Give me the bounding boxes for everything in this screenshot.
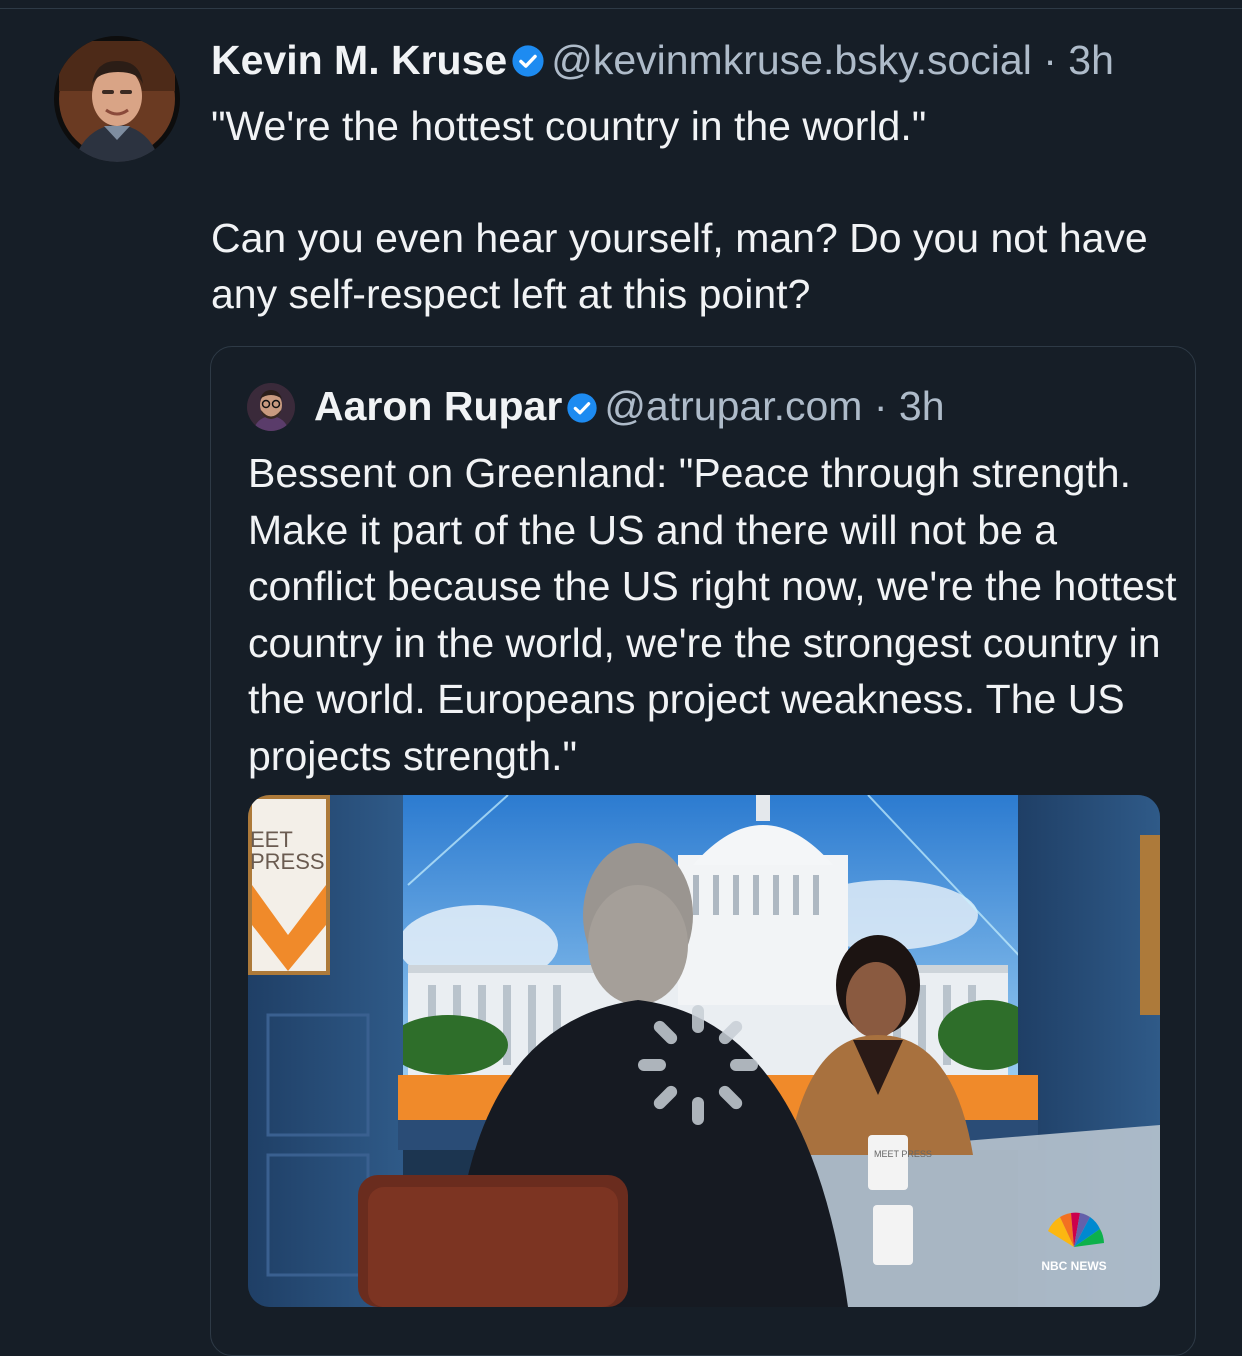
video-thumbnail[interactable]: EET PRESS MEET PRESS NBC NEWS bbox=[248, 795, 1160, 1307]
author-handle[interactable]: @kevinmkruse.bsky.social bbox=[551, 37, 1032, 83]
post-header: Kevin M. Kruse @kevinmkruse.bsky.social ·… bbox=[211, 34, 1114, 90]
quote-timestamp[interactable]: 3h bbox=[899, 383, 945, 429]
author-avatar[interactable] bbox=[54, 36, 180, 162]
svg-text:PRESS: PRESS bbox=[250, 849, 325, 874]
verified-badge-icon bbox=[566, 385, 598, 435]
svg-text:MEET PRESS: MEET PRESS bbox=[874, 1149, 932, 1159]
quote-post[interactable]: Aaron Rupar @atrupar.com · 3h Bessent on … bbox=[210, 346, 1196, 1356]
post-body: "We're the hottest country in the world.… bbox=[211, 98, 1211, 322]
quote-author-avatar[interactable] bbox=[247, 383, 295, 431]
nbc-news-logo-text: NBC NEWS bbox=[1041, 1259, 1106, 1273]
quote-header: Aaron Rupar @atrupar.com · 3h bbox=[314, 381, 945, 435]
separator-dot: · bbox=[873, 383, 888, 429]
avatar-photo-icon bbox=[54, 36, 180, 162]
post-text-line-2: Can you even hear yourself, man? Do you … bbox=[211, 215, 1148, 317]
quote-author-display-name[interactable]: Aaron Rupar bbox=[314, 383, 562, 429]
verified-badge-icon bbox=[511, 38, 545, 90]
post[interactable]: Kevin M. Kruse @kevinmkruse.bsky.social ·… bbox=[0, 0, 1242, 1356]
quote-body: Bessent on Greenland: "Peace through str… bbox=[248, 450, 1177, 779]
author-display-name[interactable]: Kevin M. Kruse bbox=[211, 37, 507, 83]
post-timestamp[interactable]: 3h bbox=[1068, 37, 1114, 83]
quote-author-handle[interactable]: @atrupar.com bbox=[604, 383, 862, 429]
avatar-photo-icon bbox=[247, 383, 295, 431]
separator-dot: · bbox=[1043, 37, 1057, 83]
video-scene: EET PRESS MEET PRESS NBC NEWS bbox=[248, 795, 1160, 1307]
post-text-line-1: "We're the hottest country in the world.… bbox=[211, 103, 927, 149]
